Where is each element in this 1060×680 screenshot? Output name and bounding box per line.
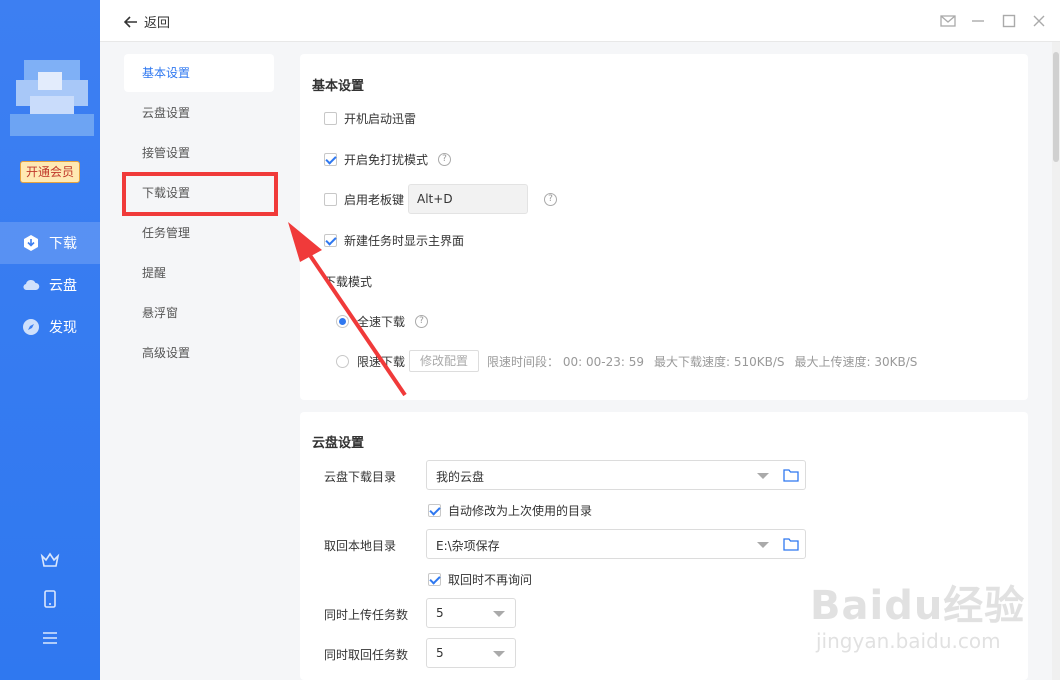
- arrow-left-icon: [124, 15, 137, 28]
- no-ask-option[interactable]: 取回时不再询问: [428, 571, 532, 588]
- fetch-count-label: 同时取回任务数: [324, 648, 409, 662]
- help-icon[interactable]: ?: [438, 153, 452, 166]
- local-dir-label: 取回本地目录: [324, 539, 397, 553]
- left-sidebar: 开通会员 下载 云盘 发现: [0, 0, 100, 680]
- watermark-line2: jingyan.baidu.com: [816, 629, 1001, 653]
- chevron-down-icon: [757, 542, 769, 548]
- autostart-checkbox[interactable]: [324, 112, 337, 125]
- back-button[interactable]: 返回: [124, 12, 170, 31]
- nav-download[interactable]: 下载: [0, 222, 100, 264]
- watermark-line1: Baidu经验: [810, 583, 1026, 629]
- autostart-label: 开机启动迅雷: [344, 112, 417, 126]
- folder-icon[interactable]: [783, 468, 799, 482]
- max-upload-speed: 最大上传速度: 30KB/S: [794, 354, 918, 369]
- showmain-option[interactable]: 新建任务时显示主界面: [324, 232, 464, 249]
- autostart-option[interactable]: 开机启动迅雷: [324, 110, 416, 127]
- minimize-icon[interactable]: [970, 13, 986, 29]
- fetch-count-select[interactable]: 5: [426, 638, 516, 668]
- baidu-watermark: Baidu经验 jingyan.baidu.com: [810, 565, 1050, 675]
- crown-icon[interactable]: [40, 550, 60, 570]
- bosskey-checkbox[interactable]: [324, 192, 337, 206]
- auto-modify-option[interactable]: 自动修改为上次使用的目录: [428, 502, 592, 519]
- local-dir-value: E:\杂项保存: [436, 539, 500, 553]
- menu-advanced-settings[interactable]: 高级设置: [124, 334, 274, 372]
- nav-discover-label: 发现: [49, 320, 77, 336]
- limit-speed-radio[interactable]: [336, 354, 349, 368]
- max-download-speed: 最大下载速度: 510KB/S: [653, 354, 785, 369]
- bosskey-option[interactable]: 启用老板键 Alt+D ?: [324, 184, 558, 214]
- nodisturb-label: 开启免打扰模式: [344, 153, 429, 167]
- menu-task-management[interactable]: 任务管理: [124, 214, 274, 252]
- close-icon[interactable]: [1031, 13, 1047, 29]
- cloud-settings-title: 云盘设置: [312, 436, 365, 451]
- menu-cloud-settings[interactable]: 云盘设置: [124, 94, 274, 132]
- full-speed-option[interactable]: 全速下载 ?: [336, 313, 429, 330]
- folder-icon[interactable]: [783, 537, 799, 551]
- menu-basic-settings[interactable]: 基本设置: [124, 54, 274, 92]
- top-bar: 返回: [100, 0, 1060, 42]
- nav-cloud[interactable]: 云盘: [0, 264, 100, 306]
- full-speed-radio[interactable]: [336, 315, 349, 328]
- mail-icon[interactable]: [940, 13, 956, 29]
- basic-settings-card: 基本设置 开机启动迅雷 开启免打扰模式 ? 启用老板键 Alt+D ? 新建任务…: [300, 54, 1028, 400]
- showmain-label: 新建任务时显示主界面: [344, 234, 465, 248]
- modify-config-button[interactable]: 修改配置: [409, 350, 480, 372]
- no-ask-checkbox[interactable]: [428, 573, 441, 586]
- scrollbar[interactable]: [1052, 42, 1060, 680]
- local-dir-select[interactable]: E:\杂项保存: [426, 529, 806, 559]
- menu-reminder[interactable]: 提醒: [124, 254, 274, 292]
- menu-icon[interactable]: [40, 628, 60, 648]
- phone-icon[interactable]: [40, 589, 60, 609]
- chevron-down-icon: [493, 611, 505, 617]
- chevron-down-icon: [757, 473, 769, 479]
- nodisturb-option[interactable]: 开启免打扰模式 ?: [324, 151, 452, 168]
- basic-settings-title: 基本设置: [312, 79, 365, 94]
- chevron-down-icon: [493, 651, 505, 657]
- download-icon: [24, 235, 38, 251]
- limit-speed-option[interactable]: 限速下载 修改配置 限速时间段： 00: 00-23: 59 最大下载速度: 5…: [336, 350, 917, 372]
- nodisturb-checkbox[interactable]: [324, 153, 337, 166]
- bosskey-label: 启用老板键: [344, 192, 405, 207]
- limit-period: 限速时间段： 00: 00-23: 59: [487, 354, 644, 369]
- menu-floating-window[interactable]: 悬浮窗: [124, 294, 274, 332]
- auto-modify-label: 自动修改为上次使用的目录: [448, 504, 593, 518]
- no-ask-label: 取回时不再询问: [448, 573, 533, 587]
- settings-menu: 基本设置 云盘设置 接管设置 下载设置 任务管理 提醒 悬浮窗 高级设置: [100, 42, 288, 680]
- scrollbar-thumb[interactable]: [1053, 52, 1059, 162]
- upload-count-select[interactable]: 5: [426, 598, 516, 628]
- compass-icon: [23, 319, 39, 335]
- upload-count-label: 同时上传任务数: [324, 608, 409, 622]
- cloud-download-dir-select[interactable]: 我的云盘: [426, 460, 806, 490]
- menu-takeover-settings[interactable]: 接管设置: [124, 134, 274, 172]
- highlight-box: [122, 172, 278, 216]
- full-speed-label: 全速下载: [357, 315, 406, 329]
- cloud-download-dir-label: 云盘下载目录: [324, 470, 397, 484]
- avatar[interactable]: [10, 58, 94, 144]
- nav-download-label: 下载: [49, 236, 77, 252]
- cloud-download-dir-value: 我的云盘: [436, 470, 485, 484]
- nav-discover[interactable]: 发现: [0, 306, 100, 348]
- back-label: 返回: [144, 16, 171, 31]
- fetch-count-value: 5: [436, 646, 444, 660]
- help-icon[interactable]: ?: [544, 192, 558, 206]
- nav-cloud-label: 云盘: [49, 278, 77, 294]
- upload-count-value: 5: [436, 606, 444, 620]
- auto-modify-checkbox[interactable]: [428, 504, 441, 517]
- help-icon[interactable]: ?: [415, 315, 429, 328]
- vip-badge[interactable]: 开通会员: [20, 161, 80, 183]
- cloud-icon: [23, 279, 40, 291]
- bosskey-input[interactable]: Alt+D: [408, 184, 529, 214]
- maximize-icon[interactable]: [1001, 13, 1017, 29]
- showmain-checkbox[interactable]: [324, 234, 337, 247]
- limit-speed-label: 限速下载: [357, 354, 406, 369]
- download-mode-label: 下载模式: [324, 275, 373, 289]
